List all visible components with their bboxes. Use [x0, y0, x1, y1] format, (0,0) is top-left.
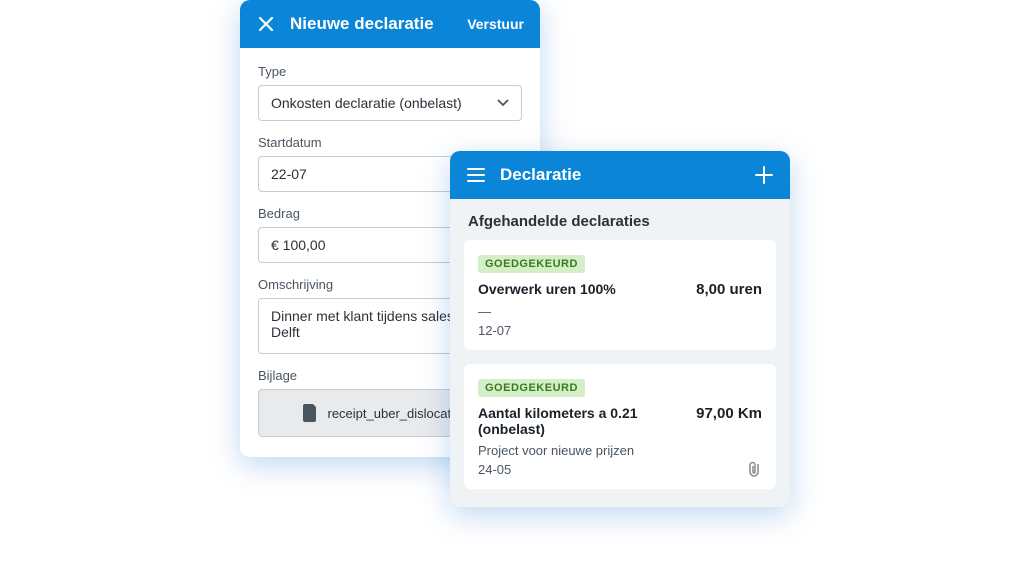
type-label: Type [258, 64, 522, 79]
declaration-list-body: GOEDGEKEURD Overwerk uren 100% 8,00 uren… [450, 240, 790, 507]
list-item[interactable]: GOEDGEKEURD Aantal kilometers a 0.21 (on… [464, 364, 776, 489]
new-declaration-title: Nieuwe declaratie [290, 14, 453, 34]
type-select[interactable]: Onkosten declaratie (onbelast) [258, 85, 522, 121]
chevron-down-icon [497, 99, 509, 107]
item-subtitle: Project voor nieuwe prijzen [478, 443, 762, 458]
item-amount: 97,00 Km [696, 405, 762, 422]
item-title: Aantal kilometers a 0.21 (onbelast) [478, 405, 686, 437]
item-subtitle: — [478, 304, 762, 319]
type-value: Onkosten declaratie (onbelast) [271, 95, 462, 111]
declaration-list-title: Declaratie [500, 165, 740, 185]
status-badge: GOEDGEKEURD [478, 379, 585, 397]
start-date-value: 22-07 [271, 166, 307, 182]
close-icon[interactable] [256, 14, 276, 34]
amount-value: € 100,00 [271, 237, 326, 253]
section-title: Afgehandelde declaraties [450, 199, 790, 240]
declaration-list-card: Declaratie Afgehandelde declaraties GOED… [450, 151, 790, 507]
status-badge: GOEDGEKEURD [478, 255, 585, 273]
start-date-label: Startdatum [258, 135, 522, 150]
item-date: 24-05 [478, 462, 762, 477]
new-declaration-header: Nieuwe declaratie Verstuur [240, 0, 540, 48]
paperclip-icon [747, 460, 762, 477]
file-icon [303, 404, 318, 422]
item-title: Overwerk uren 100% [478, 281, 686, 297]
add-icon[interactable] [754, 165, 774, 185]
item-amount: 8,00 uren [696, 281, 762, 298]
menu-icon[interactable] [466, 165, 486, 185]
item-date: 12-07 [478, 323, 762, 338]
list-item[interactable]: GOEDGEKEURD Overwerk uren 100% 8,00 uren… [464, 240, 776, 350]
submit-button[interactable]: Verstuur [467, 16, 524, 32]
declaration-list-header: Declaratie [450, 151, 790, 199]
